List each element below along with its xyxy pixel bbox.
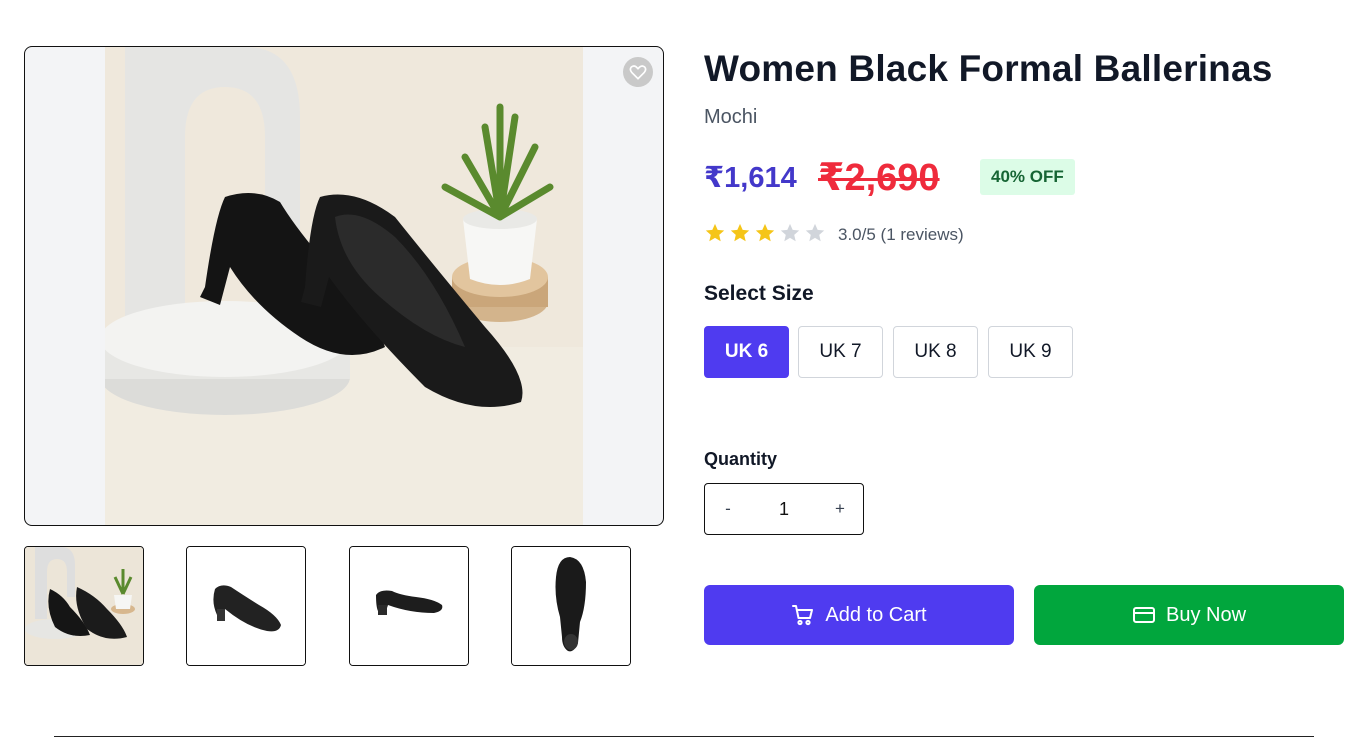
wishlist-button[interactable]: [623, 57, 653, 87]
star-empty-icon: [780, 223, 800, 242]
add-to-cart-label: Add to Cart: [825, 603, 927, 626]
brand-name[interactable]: Mochi: [704, 106, 757, 129]
size-option-uk9[interactable]: UK 9: [988, 326, 1073, 378]
discount-badge: 40% OFF: [980, 159, 1075, 195]
buy-now-button[interactable]: Buy Now: [1034, 585, 1344, 645]
selling-price: ₹1,614: [704, 162, 797, 194]
star-filled-icon: [705, 223, 725, 242]
size-option-uk8[interactable]: UK 8: [893, 326, 978, 378]
heart-icon: [629, 65, 647, 80]
cart-icon: [792, 605, 814, 626]
product-title: Women Black Formal Ballerinas: [704, 48, 1273, 89]
buy-now-label: Buy Now: [1165, 603, 1247, 626]
thumbnail-pair-lifestyle[interactable]: [24, 546, 144, 666]
thumbnail-image: [187, 547, 305, 665]
thumbnail-image: [350, 547, 468, 665]
thumbnail-sole-view[interactable]: [511, 546, 631, 666]
quantity-label: Quantity: [704, 449, 778, 469]
quantity-value[interactable]: 1: [779, 499, 789, 520]
star-filled-icon: [730, 223, 750, 242]
select-size-label: Select Size: [704, 282, 814, 305]
star-rating: [704, 222, 826, 244]
size-option-uk7[interactable]: UK 7: [798, 326, 883, 378]
star-empty-icon: [805, 223, 825, 242]
size-option-uk6[interactable]: UK 6: [704, 326, 789, 378]
add-to-cart-button[interactable]: Add to Cart: [704, 585, 1014, 645]
rating-text: 3.0/5 (1 reviews): [838, 225, 964, 244]
thumbnail-profile-view[interactable]: [349, 546, 469, 666]
product-photo: [105, 47, 583, 525]
thumbnail-image: [512, 547, 630, 665]
star-filled-icon: [755, 223, 775, 242]
main-product-image[interactable]: [24, 46, 664, 526]
increment-button[interactable]: +: [833, 499, 847, 519]
original-price: ₹2,690: [818, 157, 940, 199]
credit-card-icon: [1132, 607, 1155, 623]
quantity-stepper: - 1 +: [704, 483, 864, 535]
section-divider: [54, 736, 1314, 737]
thumbnail-side-view[interactable]: [186, 546, 306, 666]
thumbnail-image: [25, 547, 143, 665]
decrement-button[interactable]: -: [721, 499, 735, 519]
